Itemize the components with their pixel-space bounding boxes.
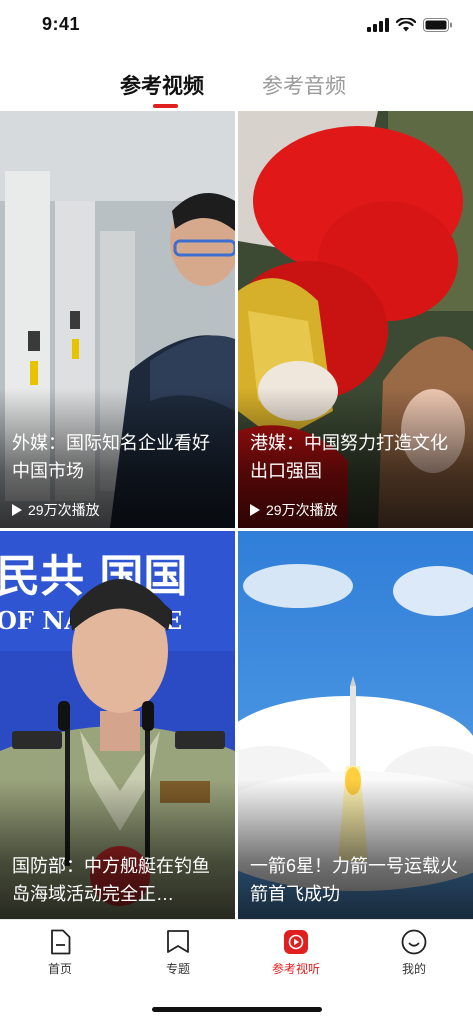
video-card-1[interactable]: 外媒：国际知名企业看好中国市场 29万次播放	[0, 111, 235, 528]
video-card-4[interactable]: 一箭6星！力箭一号运载火箭首飞成功	[238, 531, 473, 919]
play-icon	[12, 504, 22, 516]
tab-reference-video[interactable]: 参考视频	[120, 70, 204, 100]
nav-home-label: 首页	[47, 962, 72, 976]
active-tab-indicator	[153, 104, 178, 108]
battery-icon	[423, 18, 452, 32]
nav-topics[interactable]: 专题	[133, 928, 223, 977]
video-card-3[interactable]: 民共 国国 OF NAT DEFE 国防部：中方舰艇在钓鱼岛海域活动完全正…	[0, 531, 235, 919]
nav-profile-label: 我的	[401, 962, 426, 976]
video-title: 国防部：中方舰艇在钓鱼岛海域活动完全正…	[12, 856, 210, 904]
nav-home[interactable]: 首页	[15, 928, 105, 977]
play-icon	[284, 930, 308, 954]
nav-topics-label: 专题	[165, 962, 190, 976]
video-title: 外媒：国际知名企业看好中国市场	[12, 433, 210, 481]
status-time: 9:41	[42, 14, 81, 34]
bottom-navigation: 首页 专题 参考视听 我的	[0, 919, 473, 990]
home-indicator[interactable]	[152, 1007, 322, 1012]
video-title: 一箭6星！力箭一号运载火箭首飞成功	[250, 856, 459, 904]
status-bar: 9:41	[0, 0, 473, 50]
signal-icon	[367, 18, 389, 32]
nav-profile[interactable]: 我的	[369, 928, 459, 977]
play-count-text: 29万次播放	[266, 502, 338, 518]
video-card-2[interactable]: 港媒：中国努力打造文化出口强国 29万次播放	[238, 111, 473, 528]
play-count: 29万次播放	[250, 500, 338, 520]
smile-icon	[401, 929, 427, 955]
play-count: 29万次播放	[12, 500, 100, 520]
play-icon	[250, 504, 260, 516]
nav-reference-media-label: 参考视听	[271, 962, 320, 976]
media-tabs: 参考视频 参考音频	[0, 60, 473, 110]
play-count-text: 29万次播放	[28, 502, 100, 518]
video-grid: 外媒：国际知名企业看好中国市场 29万次播放 港媒：中国努力打造文化出口强国 2…	[0, 111, 473, 919]
bookmark-icon	[167, 930, 189, 953]
tab-reference-audio[interactable]: 参考音频	[262, 70, 346, 100]
video-title: 港媒：中国努力打造文化出口强国	[250, 433, 448, 481]
nav-reference-media[interactable]: 参考视听	[251, 928, 341, 977]
status-icons	[367, 18, 453, 32]
document-icon	[51, 929, 71, 955]
wifi-icon	[396, 18, 416, 32]
